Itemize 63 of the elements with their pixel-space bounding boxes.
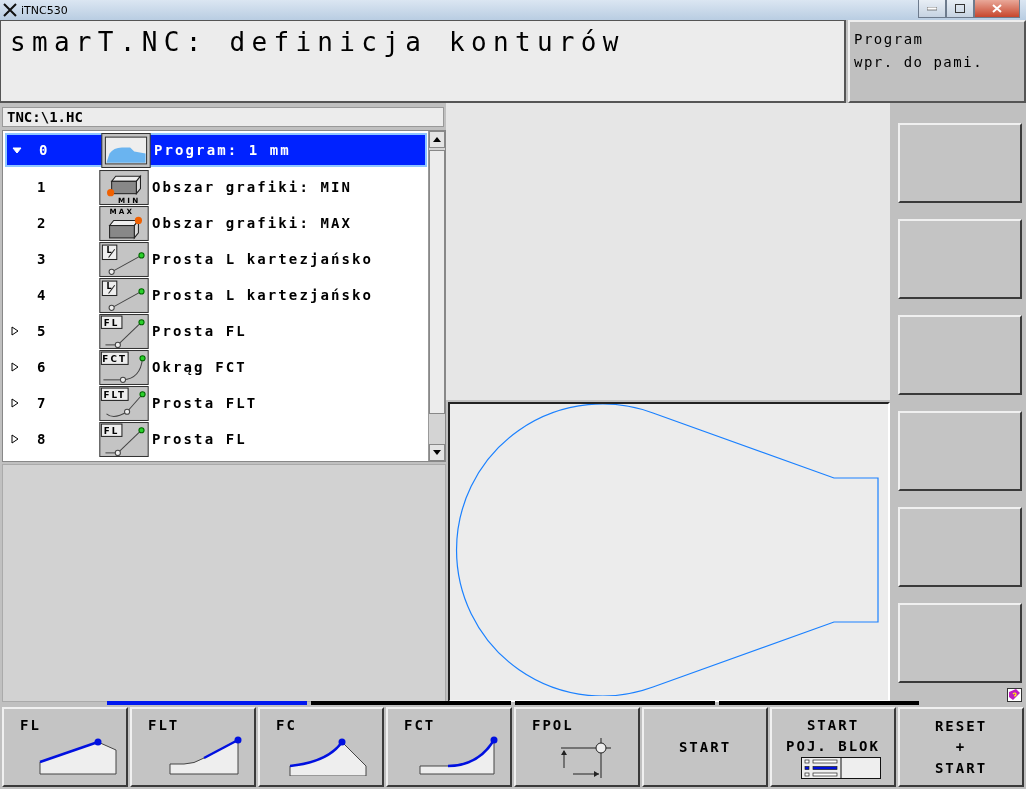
block-number: 2 (36, 215, 49, 231)
block-label: Prosta L kartezjańsko (151, 287, 374, 303)
x-logo-icon (3, 3, 17, 17)
help-book-icon[interactable] (1007, 688, 1022, 702)
block-number: 5 (36, 323, 49, 339)
block-label: Obszar grafiki: MIN (151, 179, 353, 195)
minimize-button[interactable] (918, 0, 946, 18)
collapsed-icon[interactable] (11, 398, 19, 408)
tree-item[interactable]: 3 L Prosta L kartezjańsko (5, 241, 427, 277)
tree-item[interactable]: 6 FCT Okrąg FCT (5, 349, 427, 385)
expanded-icon[interactable] (12, 146, 22, 154)
softkey[interactable]: START POJ. BLOK (770, 707, 896, 787)
screen-title: smarT.NC: definicja konturów (0, 20, 846, 103)
softkey[interactable]: FLT (130, 707, 256, 787)
tree-item[interactable]: 5 FL Prosta FL (5, 313, 427, 349)
block-label: Okrąg FCT (151, 359, 247, 375)
block-label: Obszar grafiki: MAX (151, 215, 353, 231)
block-number: 8 (36, 431, 49, 447)
block-number: 6 (36, 359, 49, 375)
block-number: 3 (36, 251, 49, 267)
minimize-icon (927, 6, 937, 11)
side-softkey[interactable] (898, 411, 1022, 491)
block-label: Prosta L kartezjańsko (151, 251, 374, 267)
softkey[interactable]: FC (258, 707, 384, 787)
softkey[interactable]: FCT (386, 707, 512, 787)
file-path: TNC:\1.HC (2, 107, 444, 127)
block-list-icon (801, 757, 881, 779)
side-softkey[interactable] (898, 315, 1022, 395)
softkey[interactable]: FPOL (514, 707, 640, 787)
collapsed-icon[interactable] (11, 362, 19, 372)
block-number: 1 (36, 179, 49, 195)
softkey[interactable]: START (642, 707, 768, 787)
tree-item[interactable]: 8 FL Prosta FL (5, 421, 427, 457)
block-label: Program: 1 mm (153, 142, 291, 158)
side-softkey[interactable] (898, 123, 1022, 203)
mode-text: Program (854, 30, 925, 49)
close-icon (992, 4, 1002, 13)
block-label: Prosta FL (151, 323, 247, 339)
block-number: 4 (36, 287, 49, 303)
block-number: 0 (38, 142, 51, 158)
maximize-button[interactable] (946, 0, 974, 18)
side-softkey[interactable] (898, 603, 1022, 683)
softkey[interactable]: RESET + START (898, 707, 1024, 787)
mode-text: wpr. do pami. (854, 53, 985, 72)
profile-icon (101, 132, 151, 168)
tree-item[interactable]: 4 L Prosta L kartezjańsko (5, 277, 427, 313)
tree-item[interactable]: 0 Program: 1 mm (5, 133, 427, 167)
side-softkey[interactable] (898, 219, 1022, 299)
window-title: iTNC530 (21, 3, 68, 17)
scroll-up-icon[interactable] (433, 137, 441, 142)
arc-icon: FCT (99, 349, 149, 385)
tree-item[interactable]: 7 FLT Prosta FLT (5, 385, 427, 421)
scroll-down-icon[interactable] (433, 450, 441, 455)
scrollbar[interactable] (428, 131, 445, 461)
maximize-icon (955, 4, 965, 13)
softkey[interactable]: FL (2, 707, 128, 787)
collapsed-icon[interactable] (11, 434, 19, 444)
collapsed-icon[interactable] (11, 326, 19, 336)
block-number: 7 (36, 395, 49, 411)
close-button[interactable] (974, 0, 1020, 18)
block-label: Prosta FLT (151, 395, 258, 411)
side-softkey[interactable] (898, 507, 1022, 587)
block-label: Prosta FL (151, 431, 247, 447)
